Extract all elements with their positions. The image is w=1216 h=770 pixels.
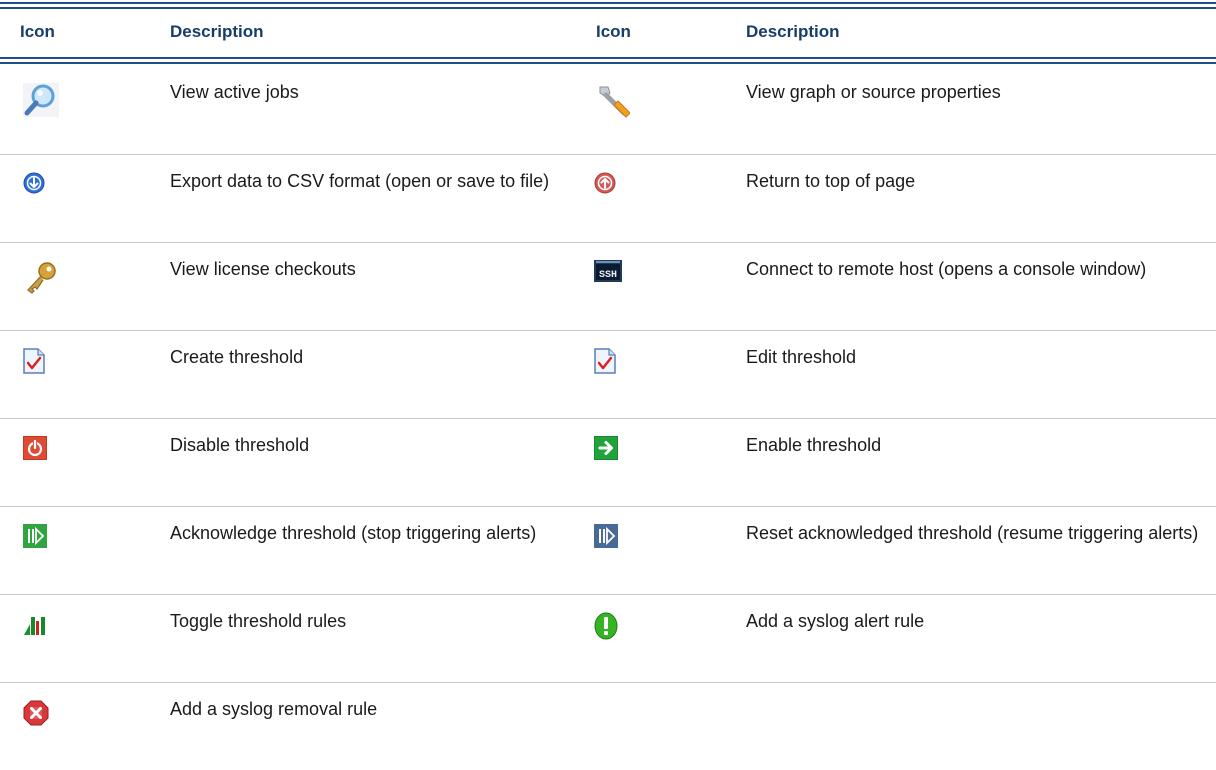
- description: Disable threshold: [170, 419, 580, 507]
- top-rule: [0, 2, 1216, 9]
- checked-doc-icon: [594, 348, 616, 374]
- reset-acknowledge-icon: [594, 524, 618, 548]
- description: Acknowledge threshold (stop triggering a…: [170, 507, 580, 595]
- description: Edit threshold: [746, 331, 1216, 419]
- description: [746, 683, 1216, 770]
- exclamation-icon: [594, 612, 618, 640]
- table-row: View license checkouts SSH Connect to re…: [0, 243, 1216, 331]
- description: Add a syslog alert rule: [746, 595, 1216, 683]
- magnifier-icon: [23, 83, 59, 117]
- description: Reset acknowledged threshold (resume tri…: [746, 507, 1216, 595]
- bars-icon: [23, 612, 47, 636]
- description: View license checkouts: [170, 243, 580, 331]
- table-row: Export data to CSV format (open or save …: [0, 155, 1216, 243]
- description: Toggle threshold rules: [170, 595, 580, 683]
- export-down-arrow-icon: [23, 172, 45, 194]
- header-rule: [0, 57, 1216, 64]
- header-description-1: Description: [170, 22, 264, 42]
- red-x-icon: [23, 700, 49, 726]
- icon-reference-table: Icon Description Icon Description View a…: [0, 0, 1216, 748]
- wrench-icon: [594, 83, 630, 119]
- table-row: Create threshold Edit threshold: [0, 331, 1216, 419]
- ssh-console-icon: SSH: [594, 260, 622, 282]
- green-arrow-icon: [594, 436, 618, 460]
- description: Create threshold: [170, 331, 580, 419]
- description: Return to top of page: [746, 155, 1216, 243]
- table-row: View active jobs View graph or source pr…: [0, 66, 1216, 155]
- description: Export data to CSV format (open or save …: [170, 155, 580, 243]
- header-icon-2: Icon: [596, 22, 631, 42]
- header-description-2: Description: [746, 22, 840, 42]
- acknowledge-icon: [23, 524, 47, 548]
- description: Connect to remote host (opens a console …: [746, 243, 1216, 331]
- checked-doc-icon: [23, 348, 45, 374]
- table-row: Toggle threshold rules Add a syslog aler…: [0, 595, 1216, 683]
- icon-table: View active jobs View graph or source pr…: [0, 66, 1216, 770]
- description: View active jobs: [170, 66, 580, 155]
- table-row: Disable threshold Enable threshold: [0, 419, 1216, 507]
- table-row: Add a syslog removal rule: [0, 683, 1216, 770]
- description: Add a syslog removal rule: [170, 683, 580, 770]
- table-row: Acknowledge threshold (stop triggering a…: [0, 507, 1216, 595]
- header-icon-1: Icon: [20, 22, 55, 42]
- up-arrow-icon: [594, 172, 616, 194]
- svg-text:SSH: SSH: [599, 270, 617, 281]
- description: View graph or source properties: [746, 66, 1216, 155]
- power-off-icon: [23, 436, 47, 460]
- key-icon: [23, 260, 59, 296]
- description: Enable threshold: [746, 419, 1216, 507]
